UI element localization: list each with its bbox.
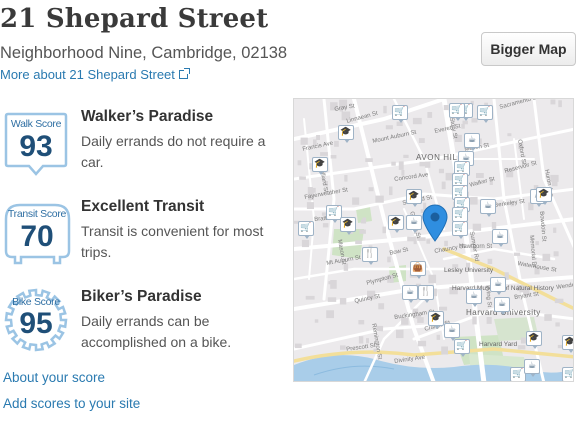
transit-score-badge: Transit Score 70	[3, 201, 73, 267]
map-cup-marker-icon[interactable]: ☕	[444, 323, 460, 341]
external-link-icon	[178, 68, 190, 79]
transit-score-heading: Excellent Transit	[81, 198, 205, 215]
bike-score-description: Daily errands can be accomplished on a b…	[81, 313, 232, 350]
map-cart-marker-icon[interactable]: 🛒	[454, 339, 470, 357]
map-cup-marker-icon[interactable]: ☕	[524, 359, 540, 377]
walk-score-description: Daily errands do not require a car.	[81, 133, 266, 170]
transit-score-description: Transit is convenient for most trips.	[81, 223, 264, 260]
map-school-marker-icon[interactable]: 🎓	[536, 187, 552, 205]
map-cup-marker-icon[interactable]: ☕	[402, 285, 418, 303]
map-school-marker-icon[interactable]: 🎓	[428, 311, 444, 329]
add-scores-link[interactable]: Add scores to your site	[3, 396, 140, 411]
map-school-marker-icon[interactable]: 🎓	[406, 189, 422, 207]
more-about-link[interactable]: More about 21 Shepard Street	[0, 67, 190, 82]
map-school-marker-icon[interactable]: 🎓	[340, 217, 356, 235]
bike-score-heading: Biker’s Paradise	[81, 288, 202, 305]
map-institution-lesley: Lesley University	[444, 267, 494, 274]
transit-score-row: Transit Score 70 Excellent Transit Trans…	[0, 198, 290, 268]
neighborhood-map[interactable]: AVON HILL Lesley University Harvard Muse…	[293, 98, 574, 382]
map-cart-marker-icon[interactable]: 🛒	[562, 367, 573, 381]
walk-score-label: Walk Score	[10, 118, 62, 130]
map-fork-marker-icon[interactable]: 🍴	[362, 247, 378, 265]
page-title: 21 Shepard Street	[0, 4, 269, 34]
map-bag-marker-icon[interactable]: 👜	[410, 261, 426, 279]
map-school-marker-icon[interactable]: 🎓	[562, 335, 573, 353]
map-school-marker-icon[interactable]: 🎓	[338, 125, 354, 143]
walk-score-row: Walk Score 93 Walker’s Paradise Daily er…	[0, 108, 290, 178]
map-institution-harvard-yard: Harvard Yard	[479, 341, 518, 348]
map-cart-marker-icon[interactable]: 🛒	[449, 103, 465, 121]
map-cup-marker-icon[interactable]: ☕	[466, 289, 482, 307]
walk-score-badge: Walk Score 93	[3, 112, 73, 178]
transit-score-label: Transit Score	[7, 208, 67, 220]
location-pin-icon[interactable]	[420, 203, 450, 243]
map-cart-marker-icon[interactable]: 🛒	[452, 221, 468, 239]
map-school-marker-icon[interactable]: 🎓	[388, 215, 404, 233]
more-about-label: More about 21 Shepard Street	[0, 67, 175, 82]
map-cup-marker-icon[interactable]: ☕	[492, 229, 508, 247]
map-school-marker-icon[interactable]: 🎓	[526, 331, 542, 349]
map-school-marker-icon[interactable]: 🎓	[312, 157, 328, 175]
map-cart-marker-icon[interactable]: 🛒	[477, 105, 493, 123]
map-cup-marker-icon[interactable]: ☕	[480, 199, 496, 217]
map-cart-marker-icon[interactable]: 🛒	[298, 221, 314, 239]
bike-score-value: 95	[19, 307, 53, 340]
map-cart-marker-icon[interactable]: 🛒	[392, 105, 408, 123]
bike-score-row: Bike Score 95 Biker’s Paradise Daily err…	[0, 288, 290, 358]
about-score-link[interactable]: About your score	[3, 370, 105, 385]
map-fork-marker-icon[interactable]: 🍴	[418, 285, 434, 303]
map-cart-marker-icon[interactable]: 🛒	[452, 207, 468, 225]
transit-score-value: 70	[20, 220, 54, 253]
bigger-map-button[interactable]: Bigger Map	[481, 32, 576, 66]
bike-score-badge: Bike Score 95	[3, 286, 73, 352]
map-cup-marker-icon[interactable]: ☕	[494, 297, 510, 315]
address-subtitle: Neighborhood Nine, Cambridge, 02138	[0, 44, 288, 62]
walk-score-heading: Walker’s Paradise	[81, 108, 214, 125]
map-cup-marker-icon[interactable]: ☕	[464, 133, 480, 151]
map-cup-marker-icon[interactable]: ☕	[490, 277, 506, 295]
walk-score-value: 93	[19, 130, 53, 163]
